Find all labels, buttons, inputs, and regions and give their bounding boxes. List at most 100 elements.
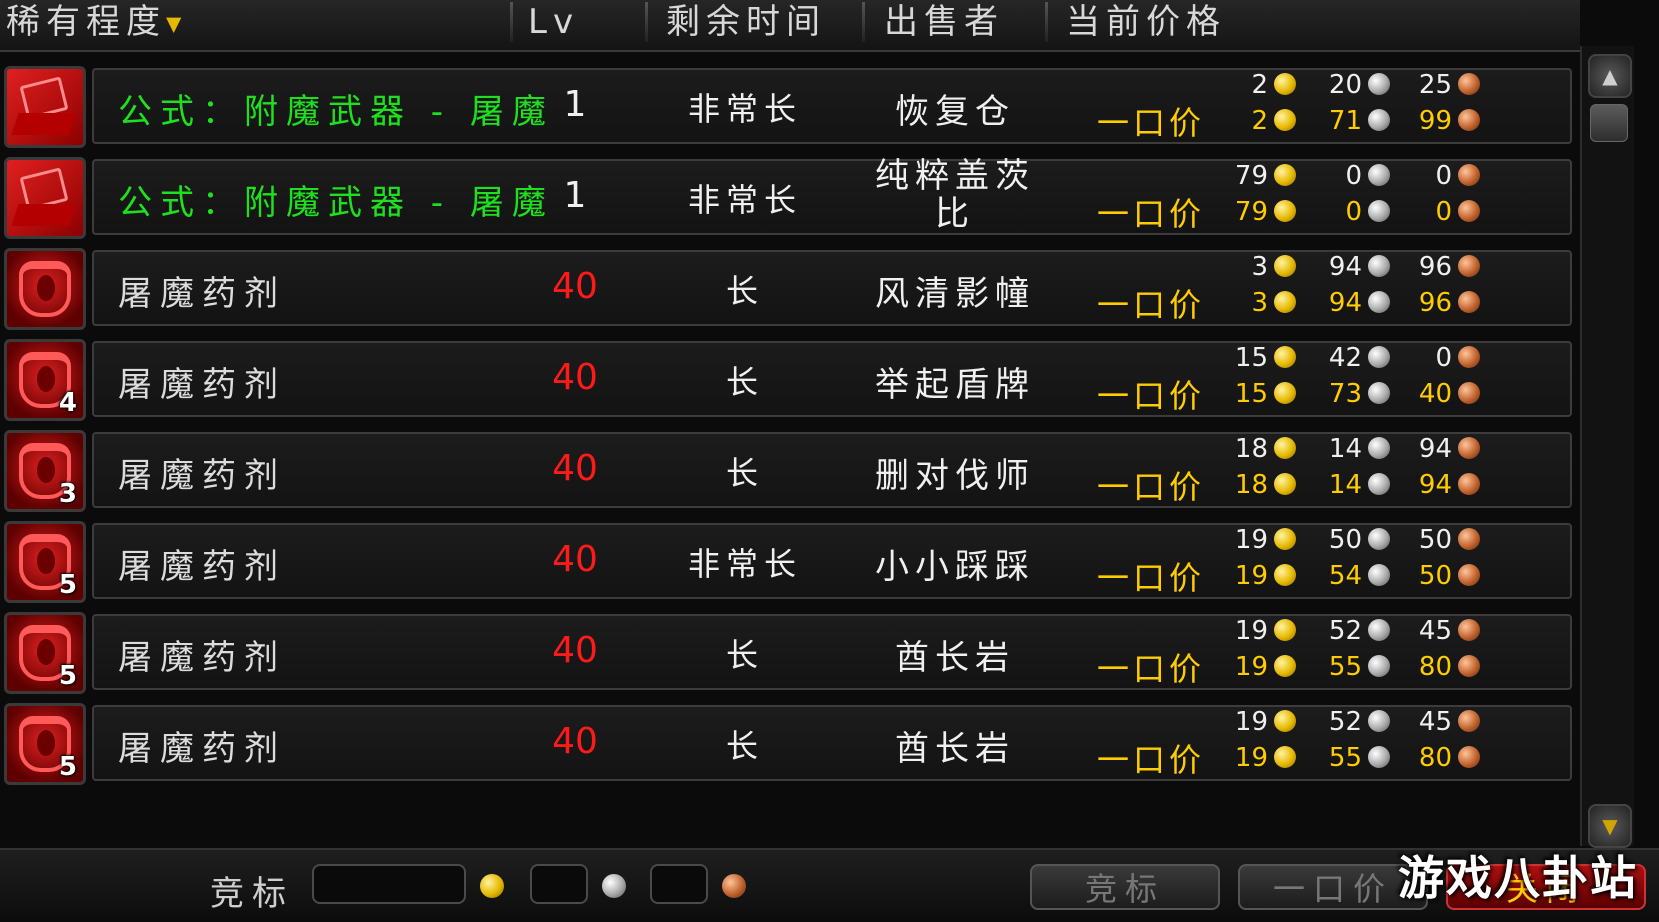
copper-coin-icon xyxy=(1458,473,1480,495)
potion-icon[interactable]: 5 xyxy=(4,521,86,603)
gold-coin-icon xyxy=(1274,528,1296,550)
time-left: 非常长 xyxy=(687,545,802,583)
seller-name: 风清影幢 xyxy=(875,274,1035,314)
price-block: 2 20 25 一口价 2 71 99 xyxy=(1090,68,1490,146)
recipe-scroll-icon[interactable] xyxy=(4,66,86,148)
item-level: 40 xyxy=(552,448,598,489)
buyout-line: 一口价 3 94 96 xyxy=(1090,286,1490,322)
buyout-copper: 40 xyxy=(1418,379,1452,409)
current-gold: 18 xyxy=(1234,434,1268,464)
potion-icon[interactable]: 4 xyxy=(4,339,86,421)
scroll-thumb[interactable] xyxy=(1590,104,1628,142)
current-silver: 94 xyxy=(1328,252,1362,282)
buyout-silver: 0 xyxy=(1345,197,1362,227)
current-silver: 0 xyxy=(1345,161,1362,191)
stack-count: 3 xyxy=(58,479,77,509)
buyout-gold: 18 xyxy=(1234,470,1268,500)
auction-row[interactable]: 3 屠魔药剂 40 长 删对伐师 18 14 94 一口价 18 14 94 xyxy=(0,428,1572,514)
header-rarity[interactable]: 稀有程度▼ xyxy=(6,0,181,46)
current-gold: 19 xyxy=(1234,616,1268,646)
bid-label: 竞标 xyxy=(210,874,294,914)
copper-coin-icon xyxy=(1458,109,1480,131)
buyout-label: 一口价 xyxy=(1096,650,1205,688)
auction-row[interactable]: 5 屠魔药剂 40 长 酋长岩 19 52 45 一口价 19 55 80 xyxy=(0,610,1572,696)
price-block: 15 42 0 一口价 15 73 40 xyxy=(1090,341,1490,419)
header-time-left[interactable]: 剩余时间 xyxy=(666,0,826,46)
buyout-silver: 55 xyxy=(1328,652,1362,682)
current-bid-line: 19 52 45 xyxy=(1090,614,1490,648)
gold-coin-icon xyxy=(1274,255,1296,277)
header-seller[interactable]: 出售者 xyxy=(884,0,1004,46)
price-block: 19 50 50 一口价 19 54 50 xyxy=(1090,523,1490,601)
silver-coin-icon xyxy=(1368,564,1390,586)
current-gold: 15 xyxy=(1234,343,1268,373)
auction-row[interactable]: 屠魔药剂 40 长 风清影幢 3 94 96 一口价 3 94 96 xyxy=(0,246,1572,332)
auction-row[interactable]: 公式：附魔武器 - 屠魔 1 非常长 恢复仓 2 20 25 一口价 2 71 … xyxy=(0,64,1572,150)
buyout-label: 一口价 xyxy=(1096,741,1205,779)
auction-row[interactable]: 公式：附魔武器 - 屠魔 1 非常长 纯粹盖茨比 79 0 0 一口价 79 0… xyxy=(0,155,1572,241)
item-name: 屠魔药剂 xyxy=(118,547,286,587)
buyout-silver: 94 xyxy=(1328,288,1362,318)
header-current-price[interactable]: 当前价格 xyxy=(1066,0,1226,46)
buyout-copper: 94 xyxy=(1418,470,1452,500)
bid-button[interactable]: 竞标 xyxy=(1030,864,1220,910)
potion-icon[interactable] xyxy=(4,248,86,330)
item-name: 公式：附魔武器 - 屠魔 xyxy=(118,92,554,132)
bid-copper-input[interactable] xyxy=(650,864,708,904)
copper-coin-icon xyxy=(1458,710,1480,732)
time-left: 非常长 xyxy=(687,181,802,219)
watermark: 游戏八卦站 xyxy=(1398,851,1638,905)
current-silver: 52 xyxy=(1328,616,1362,646)
gold-coin-icon xyxy=(1274,346,1296,368)
buyout-line: 一口价 18 14 94 xyxy=(1090,468,1490,506)
silver-coin-icon xyxy=(1368,291,1390,313)
copper-coin-icon xyxy=(1458,382,1480,404)
auction-row[interactable]: 5 屠魔药剂 40 非常长 小小踩踩 19 50 50 一口价 19 54 50 xyxy=(0,519,1572,605)
auction-row[interactable]: 5 屠魔药剂 40 长 酋长岩 19 52 45 一口价 19 55 80 xyxy=(0,701,1572,787)
scroll-up-icon[interactable]: ▲ xyxy=(1588,54,1632,98)
current-gold: 19 xyxy=(1234,707,1268,737)
header-level[interactable]: Lv xyxy=(528,0,579,46)
time-left: 长 xyxy=(725,727,764,765)
bid-silver-input[interactable] xyxy=(530,864,588,904)
seller-name: 小小踩踩 xyxy=(875,547,1035,587)
gold-coin-icon xyxy=(1274,746,1296,768)
buyout-label: 一口价 xyxy=(1096,104,1205,142)
potion-icon[interactable]: 3 xyxy=(4,430,86,512)
buyout-label: 一口价 xyxy=(1096,468,1205,506)
buyout-silver: 73 xyxy=(1328,379,1362,409)
current-copper: 45 xyxy=(1418,616,1452,646)
seller-name: 酋长岩 xyxy=(895,729,1015,769)
buyout-label: 一口价 xyxy=(1096,377,1205,415)
price-block: 79 0 0 一口价 79 0 0 xyxy=(1090,159,1490,237)
silver-coin-icon xyxy=(1368,710,1390,732)
gold-coin-icon xyxy=(1274,437,1296,459)
seller-name: 删对伐师 xyxy=(875,456,1035,496)
current-gold: 79 xyxy=(1234,161,1268,191)
silver-coin-icon xyxy=(1368,382,1390,404)
buyout-label: 一口价 xyxy=(1096,195,1205,233)
bid-gold-input[interactable] xyxy=(312,864,466,904)
potion-icon[interactable]: 5 xyxy=(4,703,86,785)
price-block: 18 14 94 一口价 18 14 94 xyxy=(1090,432,1490,510)
header-divider xyxy=(510,2,513,42)
seller-name: 酋长岩 xyxy=(895,638,1015,678)
price-block: 19 52 45 一口价 19 55 80 xyxy=(1090,614,1490,692)
buyout-copper: 80 xyxy=(1418,652,1452,682)
gold-coin-icon xyxy=(1274,382,1296,404)
scrollbar[interactable]: ▲ ▼ xyxy=(1580,46,1634,848)
copper-coin-icon xyxy=(1458,564,1480,586)
potion-icon[interactable]: 5 xyxy=(4,612,86,694)
copper-coin-icon xyxy=(1458,291,1480,313)
header-divider xyxy=(645,2,648,42)
buyout-copper: 50 xyxy=(1418,561,1452,591)
silver-coin-icon xyxy=(1368,746,1390,768)
item-level: 1 xyxy=(563,175,587,216)
gold-coin-icon xyxy=(1274,73,1296,95)
auction-row[interactable]: 4 屠魔药剂 40 长 举起盾牌 15 42 0 一口价 15 73 40 xyxy=(0,337,1572,423)
time-left: 长 xyxy=(725,272,764,310)
buyout-label: 一口价 xyxy=(1096,559,1205,597)
recipe-scroll-icon[interactable] xyxy=(4,157,86,239)
silver-coin-icon xyxy=(1368,528,1390,550)
buyout-silver: 14 xyxy=(1328,470,1362,500)
